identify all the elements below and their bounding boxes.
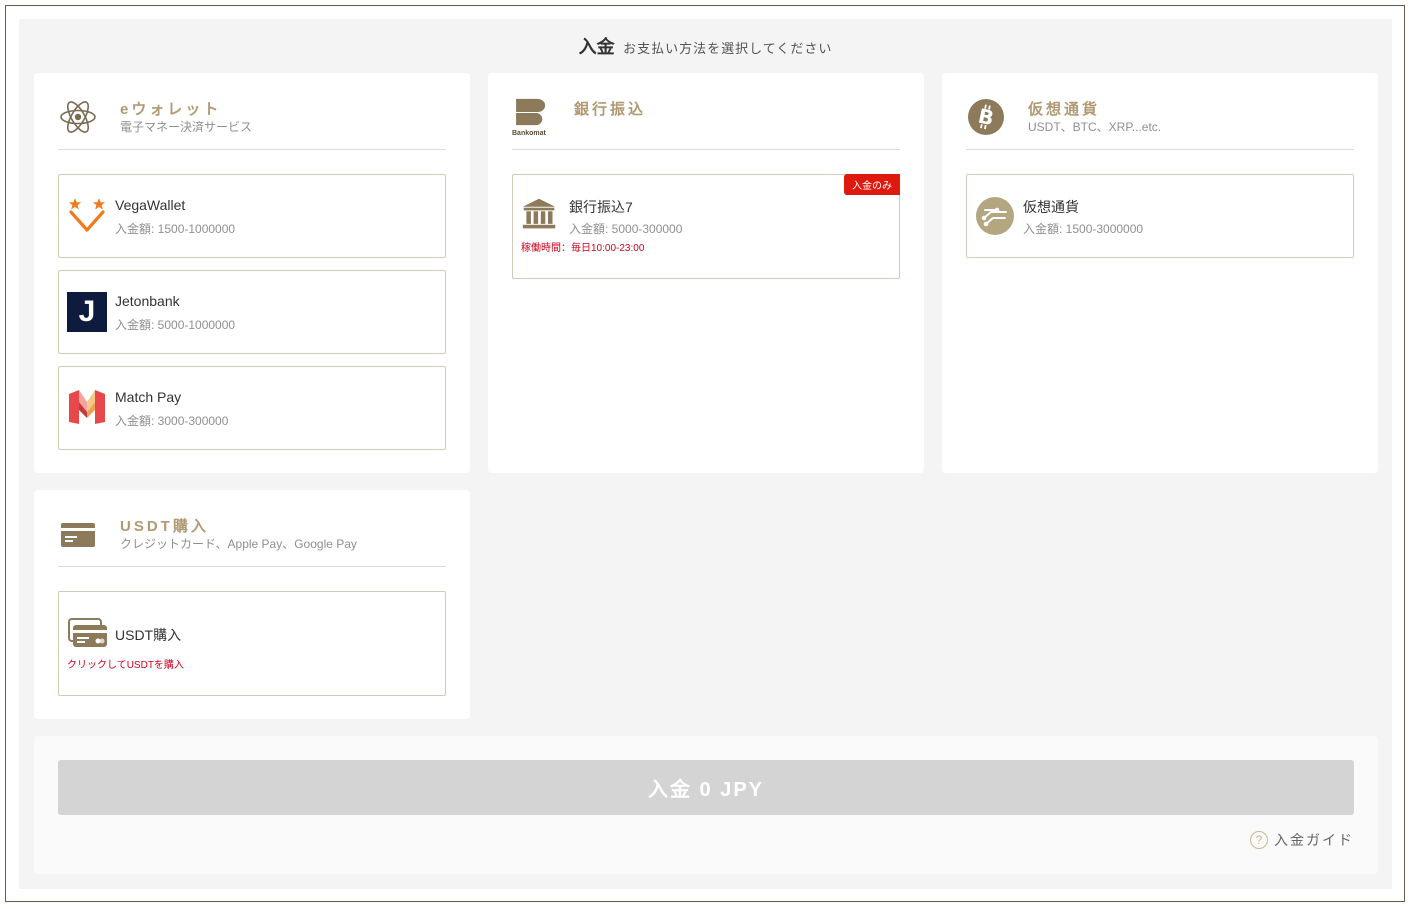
help-icon: ?: [1250, 831, 1268, 849]
card-jetonbank-range: 入金額: 5000-1000000: [115, 318, 236, 332]
card-vegawallet-name: VegaWallet: [115, 197, 186, 213]
bankomat-mark-icon: [516, 98, 546, 126]
atom-icon: [60, 101, 96, 133]
card-crypto-name: 仮想通貨: [1023, 199, 1079, 215]
panel-usdt-desc: クレジットカード、Apple Pay、Google Pay: [120, 537, 357, 551]
card-matchpay[interactable]: Match Pay 入金額: 3000-300000: [58, 366, 446, 450]
card-jetonbank[interactable]: J Jetonbank 入金額: 5000-1000000: [58, 270, 446, 354]
panel-ewallet-desc: 電子マネー決済サービス: [120, 120, 253, 134]
deposit-footer: 入金 0 JPY ? 入金ガイド: [34, 736, 1378, 874]
vegawallet-logo-icon: [69, 198, 105, 232]
panel-ewallet: eウォレット 電子マネー決済サービス VegaWallet 入金額: 1500-…: [34, 73, 470, 473]
card-vegawallet-range: 入金額: 1500-1000000: [115, 222, 236, 236]
bitcoin-icon: B: [968, 99, 1004, 135]
panel-usdt-title: USDT購入: [120, 518, 209, 535]
panel-bank-title: 銀行振込: [574, 101, 647, 118]
app-frame: 入金 お支払い方法を選択してください eウォレット 電子マネー決済サービス Ve…: [5, 5, 1405, 902]
panel-crypto-header: B 仮想通貨 USDT、BTC、XRP...etc.: [966, 95, 1354, 150]
panel-ewallet-title: eウォレット: [120, 101, 222, 118]
card-bank-transfer-7[interactable]: 入金のみ 銀行振込7 入金額: 5000-300000 稼働時間：毎日10:00…: [512, 174, 900, 279]
card-bank-transfer-7-name: 銀行振込7: [569, 199, 633, 215]
panel-bank: Bankomat 銀行振込 入金のみ 銀行振込7 入金額: 5000-30000: [488, 73, 924, 473]
deposit-guide-link[interactable]: ? 入金ガイド: [1250, 830, 1354, 850]
panel-bank-header: Bankomat 銀行振込: [512, 95, 900, 150]
usdt-purchase-note: クリックしてUSDTを購入: [67, 660, 184, 671]
credit-card-icon: [61, 523, 95, 547]
bankomat-logo-text: Bankomat: [512, 130, 546, 137]
page-subtitle: お支払い方法を選択してください: [623, 41, 833, 56]
deposit-only-badge: 入金のみ: [844, 174, 900, 195]
payment-card-icon: [68, 618, 107, 647]
card-bank-transfer-7-range: 入金額: 5000-300000: [569, 222, 683, 236]
card-jetonbank-name: Jetonbank: [115, 293, 180, 309]
card-matchpay-name: Match Pay: [115, 389, 182, 405]
card-vegawallet[interactable]: VegaWallet 入金額: 1500-1000000: [58, 174, 446, 258]
jetonbank-logo-icon: J: [67, 292, 107, 332]
bank-building-icon: [522, 198, 556, 229]
panel-crypto: B 仮想通貨 USDT、BTC、XRP...etc. 仮想通貨 入金額: 150…: [942, 73, 1378, 473]
crypto-network-icon: [976, 197, 1014, 235]
panel-usdt: USDT購入 クレジットカード、Apple Pay、Google Pay USD…: [34, 490, 470, 719]
jetonbank-logo-letter: J: [78, 295, 96, 328]
card-usdt-purchase[interactable]: USDT購入 クリックしてUSDTを購入: [58, 591, 446, 696]
card-crypto[interactable]: 仮想通貨 入金額: 1500-3000000: [966, 174, 1354, 258]
panel-usdt-header: USDT購入 クレジットカード、Apple Pay、Google Pay: [58, 512, 446, 567]
deposit-button[interactable]: 入金 0 JPY: [58, 760, 1354, 815]
deposit-page: 入金 お支払い方法を選択してください eウォレット 電子マネー決済サービス Ve…: [19, 19, 1392, 889]
matchpay-logo-icon: [69, 390, 105, 424]
card-matchpay-range: 入金額: 3000-300000: [115, 414, 229, 428]
page-header: 入金 お支払い方法を選択してください: [19, 33, 1392, 59]
page-title: 入金: [578, 37, 615, 57]
operating-hours-note: 稼働時間：毎日10:00-23:00: [521, 243, 645, 254]
bankomat-icon: Bankomat: [512, 97, 552, 137]
panel-ewallet-header: eウォレット 電子マネー決済サービス: [58, 95, 446, 150]
panel-crypto-title: 仮想通貨: [1028, 101, 1101, 118]
deposit-guide-label: 入金ガイド: [1274, 832, 1354, 848]
panel-crypto-desc: USDT、BTC、XRP...etc.: [1028, 120, 1162, 134]
card-usdt-purchase-name: USDT購入: [115, 627, 182, 643]
card-crypto-range: 入金額: 1500-3000000: [1023, 222, 1144, 236]
